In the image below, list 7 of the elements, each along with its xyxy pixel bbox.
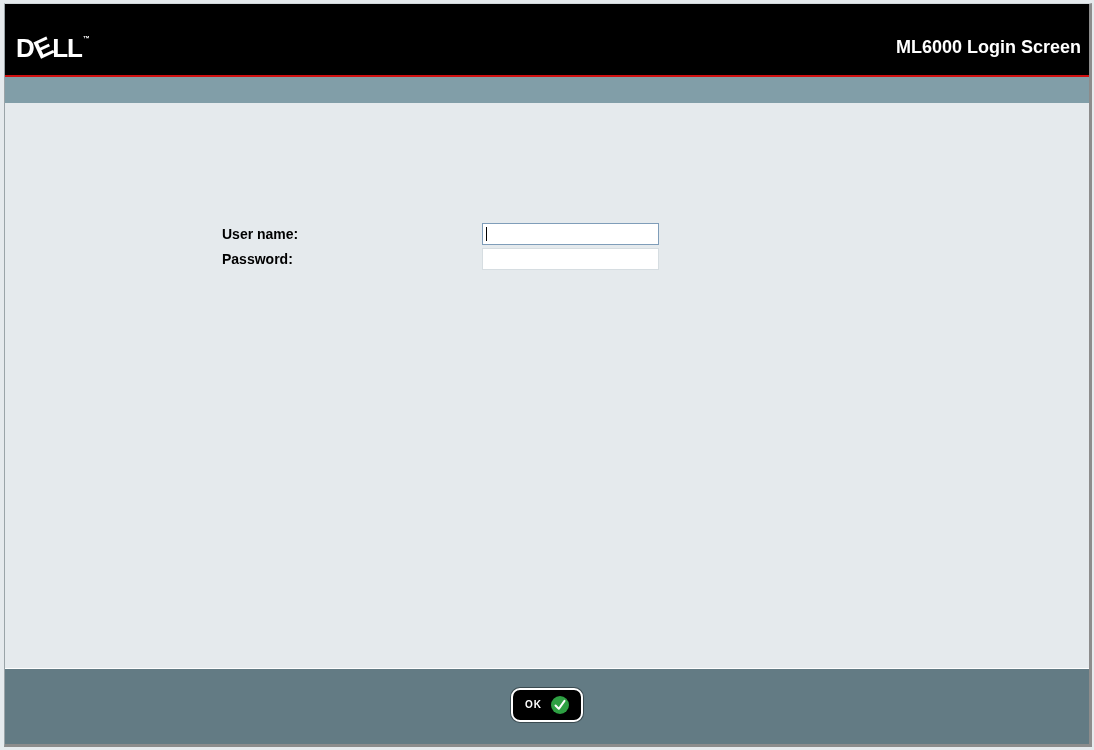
ok-button[interactable]: OK bbox=[511, 687, 583, 722]
input-field[interactable] bbox=[482, 223, 659, 245]
text-cursor bbox=[486, 227, 487, 241]
field-label: User name: bbox=[222, 226, 300, 242]
check-icon bbox=[551, 695, 569, 714]
field-label: Password: bbox=[222, 251, 294, 267]
page-title: ML6000 Login Screen bbox=[895, 37, 1081, 58]
